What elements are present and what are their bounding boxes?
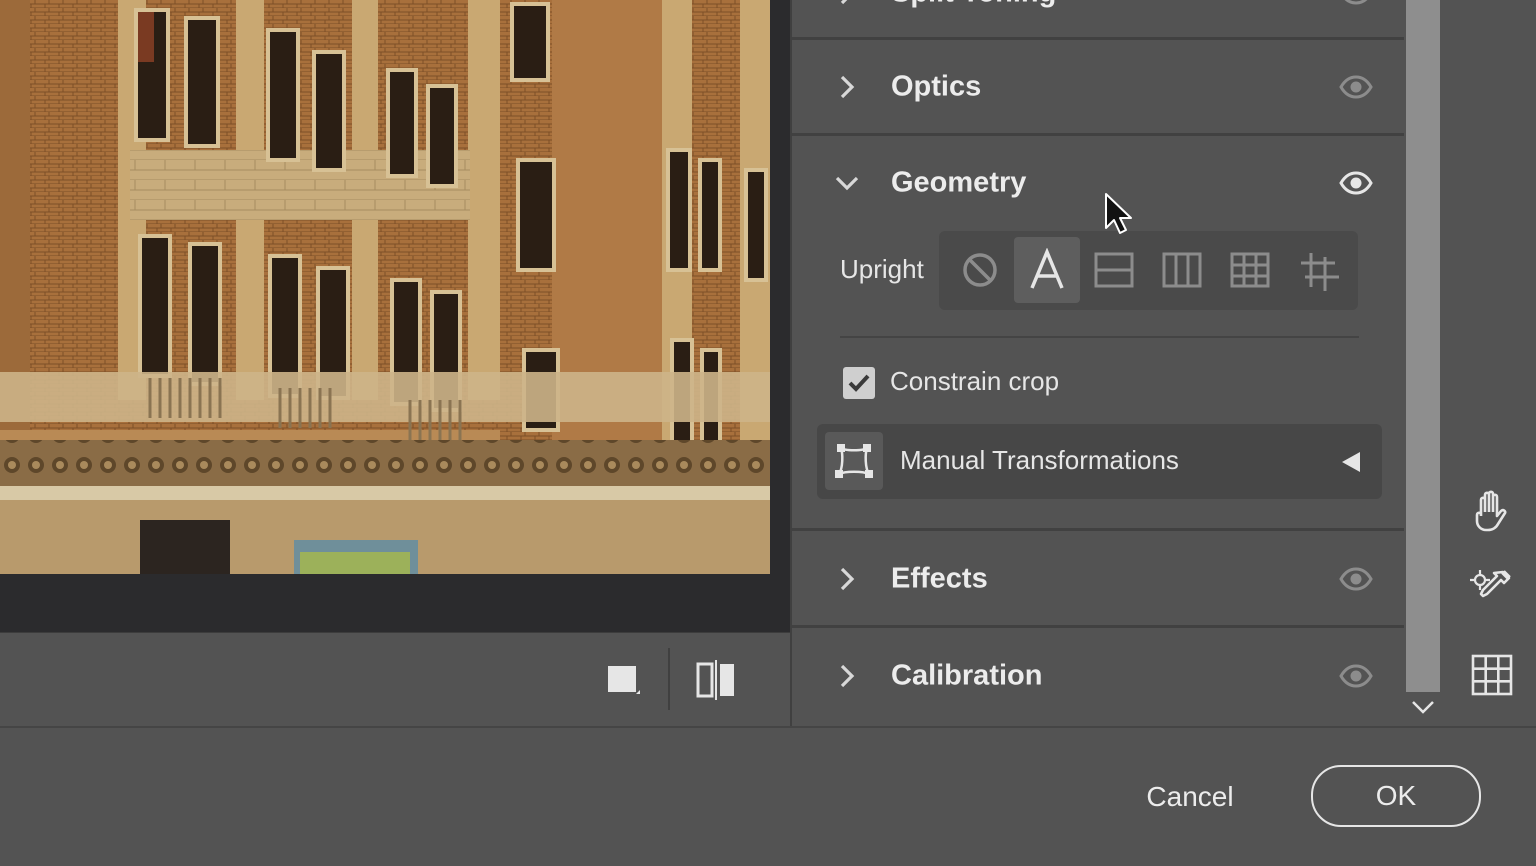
single-view-button[interactable]	[606, 662, 640, 698]
expand-triangle-icon	[1342, 452, 1360, 472]
scrollbar-thumb[interactable]	[1406, 0, 1440, 692]
auto-icon	[1030, 248, 1064, 289]
manual-transformations-row[interactable]: Manual Transformations	[817, 424, 1382, 499]
hand-icon	[1475, 490, 1507, 532]
chevron-right-icon	[840, 664, 855, 688]
constrain-crop-label: Constrain crop	[890, 366, 1060, 396]
upright-off-button[interactable]	[947, 237, 1013, 303]
grid-overlay-tool-button[interactable]	[1467, 650, 1517, 700]
chevron-down-icon	[835, 176, 859, 191]
tool-strip	[1442, 0, 1536, 726]
section-separator	[792, 625, 1404, 628]
full-icon	[1230, 252, 1270, 288]
checkmark-icon	[848, 374, 870, 392]
toolbar-divider	[668, 648, 670, 710]
visibility-eye-icon[interactable]	[1338, 168, 1374, 198]
upright-level-button[interactable]	[1081, 237, 1147, 303]
guided-icon	[1301, 253, 1339, 291]
before-after-icon	[696, 660, 734, 700]
transform-icon-box	[825, 432, 883, 490]
section-title: Calibration	[891, 659, 1043, 692]
visibility-eye-icon[interactable]	[1338, 0, 1374, 8]
off-icon	[963, 253, 997, 287]
section-title: Geometry	[891, 166, 1027, 199]
preview-toolbar	[0, 632, 790, 727]
visibility-eye-icon[interactable]	[1338, 564, 1374, 594]
chevron-right-icon	[840, 0, 848, 5]
manual-transformations-label: Manual Transformations	[900, 445, 1179, 475]
visibility-eye-icon[interactable]	[1338, 661, 1374, 691]
constrain-crop-checkbox[interactable]	[843, 367, 875, 399]
chevron-right-icon	[840, 75, 855, 99]
hand-tool-button[interactable]	[1467, 486, 1517, 536]
upright-auto-button[interactable]	[1014, 237, 1080, 303]
upright-guided-button[interactable]	[1285, 237, 1351, 303]
chevron-down-icon	[1412, 701, 1434, 714]
cancel-button[interactable]: Cancel	[1132, 770, 1248, 824]
section-effects[interactable]: Effects	[792, 544, 1404, 614]
transform-icon	[835, 444, 873, 478]
section-optics[interactable]: Optics	[792, 52, 1404, 122]
upright-vertical-button[interactable]	[1149, 237, 1215, 303]
upright-mode-group	[939, 231, 1358, 310]
chevron-right-icon	[840, 567, 855, 591]
section-title: Effects	[891, 562, 988, 595]
upright-full-button[interactable]	[1217, 237, 1283, 303]
grid-icon	[1471, 654, 1513, 696]
section-title: Optics	[891, 70, 982, 103]
section-split-toning[interactable]: Split Toning	[792, 0, 1404, 28]
color-sampler-tool-button[interactable]	[1467, 566, 1517, 616]
scroll-down-button[interactable]	[1404, 692, 1442, 724]
color-sampler-icon	[1470, 570, 1511, 598]
ok-button[interactable]: OK	[1311, 765, 1481, 827]
geometry-separator	[840, 336, 1359, 338]
visibility-eye-icon[interactable]	[1338, 72, 1374, 102]
vertical-icon	[1162, 252, 1202, 288]
section-geometry[interactable]: Geometry	[792, 148, 1404, 218]
section-separator	[792, 528, 1404, 531]
dialog-footer	[0, 726, 1536, 866]
upright-label: Upright	[840, 254, 924, 284]
level-icon	[1094, 252, 1134, 288]
before-after-toggle-button[interactable]	[694, 660, 738, 700]
section-separator	[792, 133, 1404, 136]
section-title: Split Toning	[891, 0, 1056, 10]
single-view-icon	[608, 666, 640, 694]
section-calibration[interactable]: Calibration	[792, 641, 1404, 711]
preview-image	[0, 0, 770, 574]
section-separator	[792, 37, 1404, 40]
